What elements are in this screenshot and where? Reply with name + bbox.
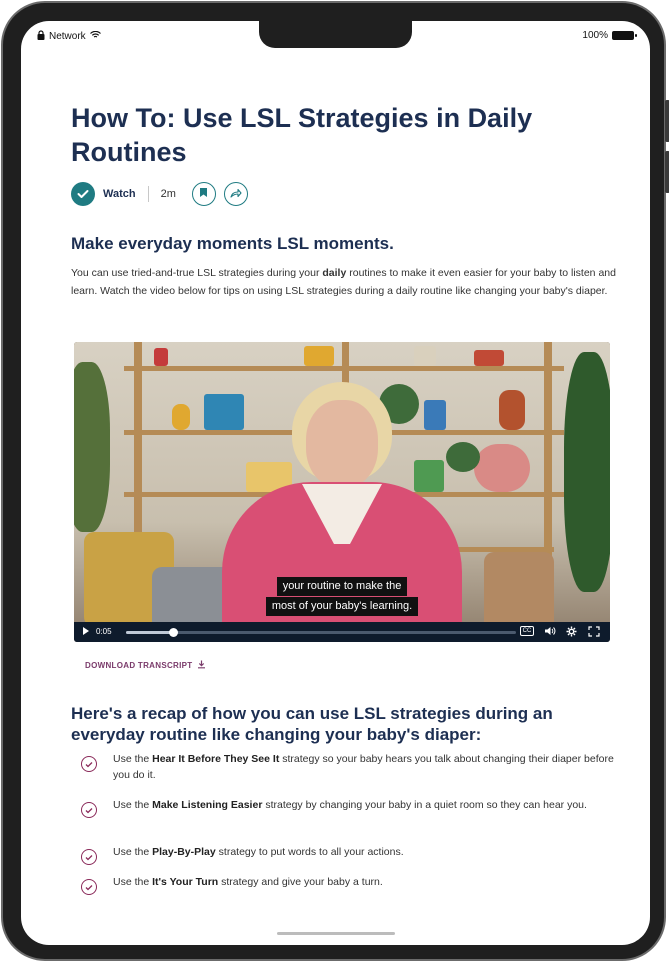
wifi-icon (89, 30, 101, 42)
plant (564, 352, 610, 592)
item-strategy-name: It's Your Turn (152, 876, 219, 888)
video-progress-fill (126, 631, 173, 634)
plant (446, 442, 480, 472)
checkmark-circle-icon (81, 849, 97, 865)
download-icon (197, 660, 206, 671)
toy (154, 348, 168, 366)
download-label: DOWNLOAD TRANSCRIPT (85, 661, 193, 670)
toy (414, 346, 436, 366)
caption-line-2: most of your baby's learning. (265, 597, 419, 616)
toy (499, 390, 525, 430)
list-item: Use the Hear It Before They See It strat… (81, 751, 621, 783)
list-item-text: Use the It's Your Turn strategy and give… (113, 874, 618, 895)
battery-icon (612, 31, 637, 40)
list-item: Use the Make Listening Easier strategy b… (81, 797, 621, 818)
item-strategy-name: Play-By-Play (152, 846, 216, 858)
video-controls: 0:05 CC (74, 622, 610, 642)
toy (414, 460, 444, 492)
recap-heading: Here's a recap of how you can use LSL st… (71, 704, 553, 744)
video-progress-track[interactable] (126, 628, 516, 637)
video-time: 0:05 (96, 627, 112, 636)
video-caption: your routine to make the most of your ba… (74, 577, 610, 617)
home-indicator[interactable] (277, 932, 395, 935)
share-icon (230, 185, 242, 203)
checkmark-circle-icon (81, 802, 97, 818)
watch-label: Watch (103, 188, 136, 200)
intro-bold: daily (322, 267, 347, 279)
item-text-before: Use the (113, 753, 153, 765)
status-bar-left: Network (37, 30, 101, 43)
video-player[interactable]: your routine to make the most of your ba… (74, 342, 610, 642)
volume-up-button (665, 100, 669, 142)
presenter-face (306, 400, 378, 488)
item-text-before: Use the (113, 846, 153, 858)
screen: Network 100% How To: Use LSL Strategies … (21, 21, 650, 945)
page-title: How To: Use LSL Strategies in Daily Rout… (71, 103, 533, 167)
battery-percent: 100% (582, 30, 608, 41)
meta-divider (147, 186, 149, 202)
network-label: Network (49, 31, 86, 42)
settings-gear-icon[interactable] (566, 626, 577, 639)
item-strategy-name: Hear It Before They See It (152, 753, 280, 765)
intro-text-1: You can use tried-and-true LSL strategie… (71, 267, 323, 279)
status-bar-right: 100% (582, 30, 637, 41)
download-transcript-link[interactable]: DOWNLOAD TRANSCRIPT (85, 660, 206, 671)
bookmark-button[interactable] (191, 182, 216, 206)
list-item-text: Use the Play-By-Play strategy to put wor… (113, 844, 618, 865)
item-text-before: Use the (113, 799, 153, 811)
item-text-after: strategy by changing your baby in a quie… (262, 799, 587, 811)
bookmark-icon (199, 185, 208, 203)
play-icon[interactable] (82, 626, 90, 638)
shelf-board (124, 366, 564, 371)
toy (172, 404, 190, 430)
article-meta: Watch 2m (71, 181, 248, 207)
list-item-text: Use the Make Listening Easier strategy b… (113, 797, 618, 818)
plant (74, 362, 110, 532)
item-text-after: strategy and give your baby a turn. (218, 876, 383, 888)
list-item: Use the Play-By-Play strategy to put wor… (81, 844, 621, 865)
lock-icon (37, 30, 45, 43)
section-heading: Make everyday moments LSL moments. (71, 234, 394, 253)
fullscreen-icon[interactable] (588, 626, 600, 639)
toy (304, 346, 334, 366)
watch-check-icon[interactable] (71, 182, 95, 206)
toy (204, 394, 244, 430)
camera-notch (259, 21, 412, 48)
item-strategy-name: Make Listening Easier (152, 799, 263, 811)
video-scrubber[interactable] (168, 628, 178, 637)
volume-down-button (665, 151, 669, 193)
item-text-after: strategy to put words to all your action… (215, 846, 404, 858)
duration: 2m (160, 188, 176, 200)
captions-icon[interactable]: CC (520, 626, 534, 636)
toy (424, 400, 446, 430)
checkmark-circle-icon (81, 756, 97, 772)
checkmark-circle-icon (81, 879, 97, 895)
share-button[interactable] (223, 182, 248, 206)
toy (474, 350, 504, 366)
list-item-text: Use the Hear It Before They See It strat… (113, 751, 618, 783)
caption-line-1: your routine to make the (276, 577, 408, 596)
intro-paragraph: You can use tried-and-true LSL strategie… (71, 264, 621, 300)
item-text-before: Use the (113, 876, 153, 888)
list-item: Use the It's Your Turn strategy and give… (81, 874, 621, 895)
tablet-frame: Network 100% How To: Use LSL Strategies … (1, 1, 669, 961)
volume-icon[interactable] (544, 626, 556, 638)
toy (474, 444, 530, 492)
